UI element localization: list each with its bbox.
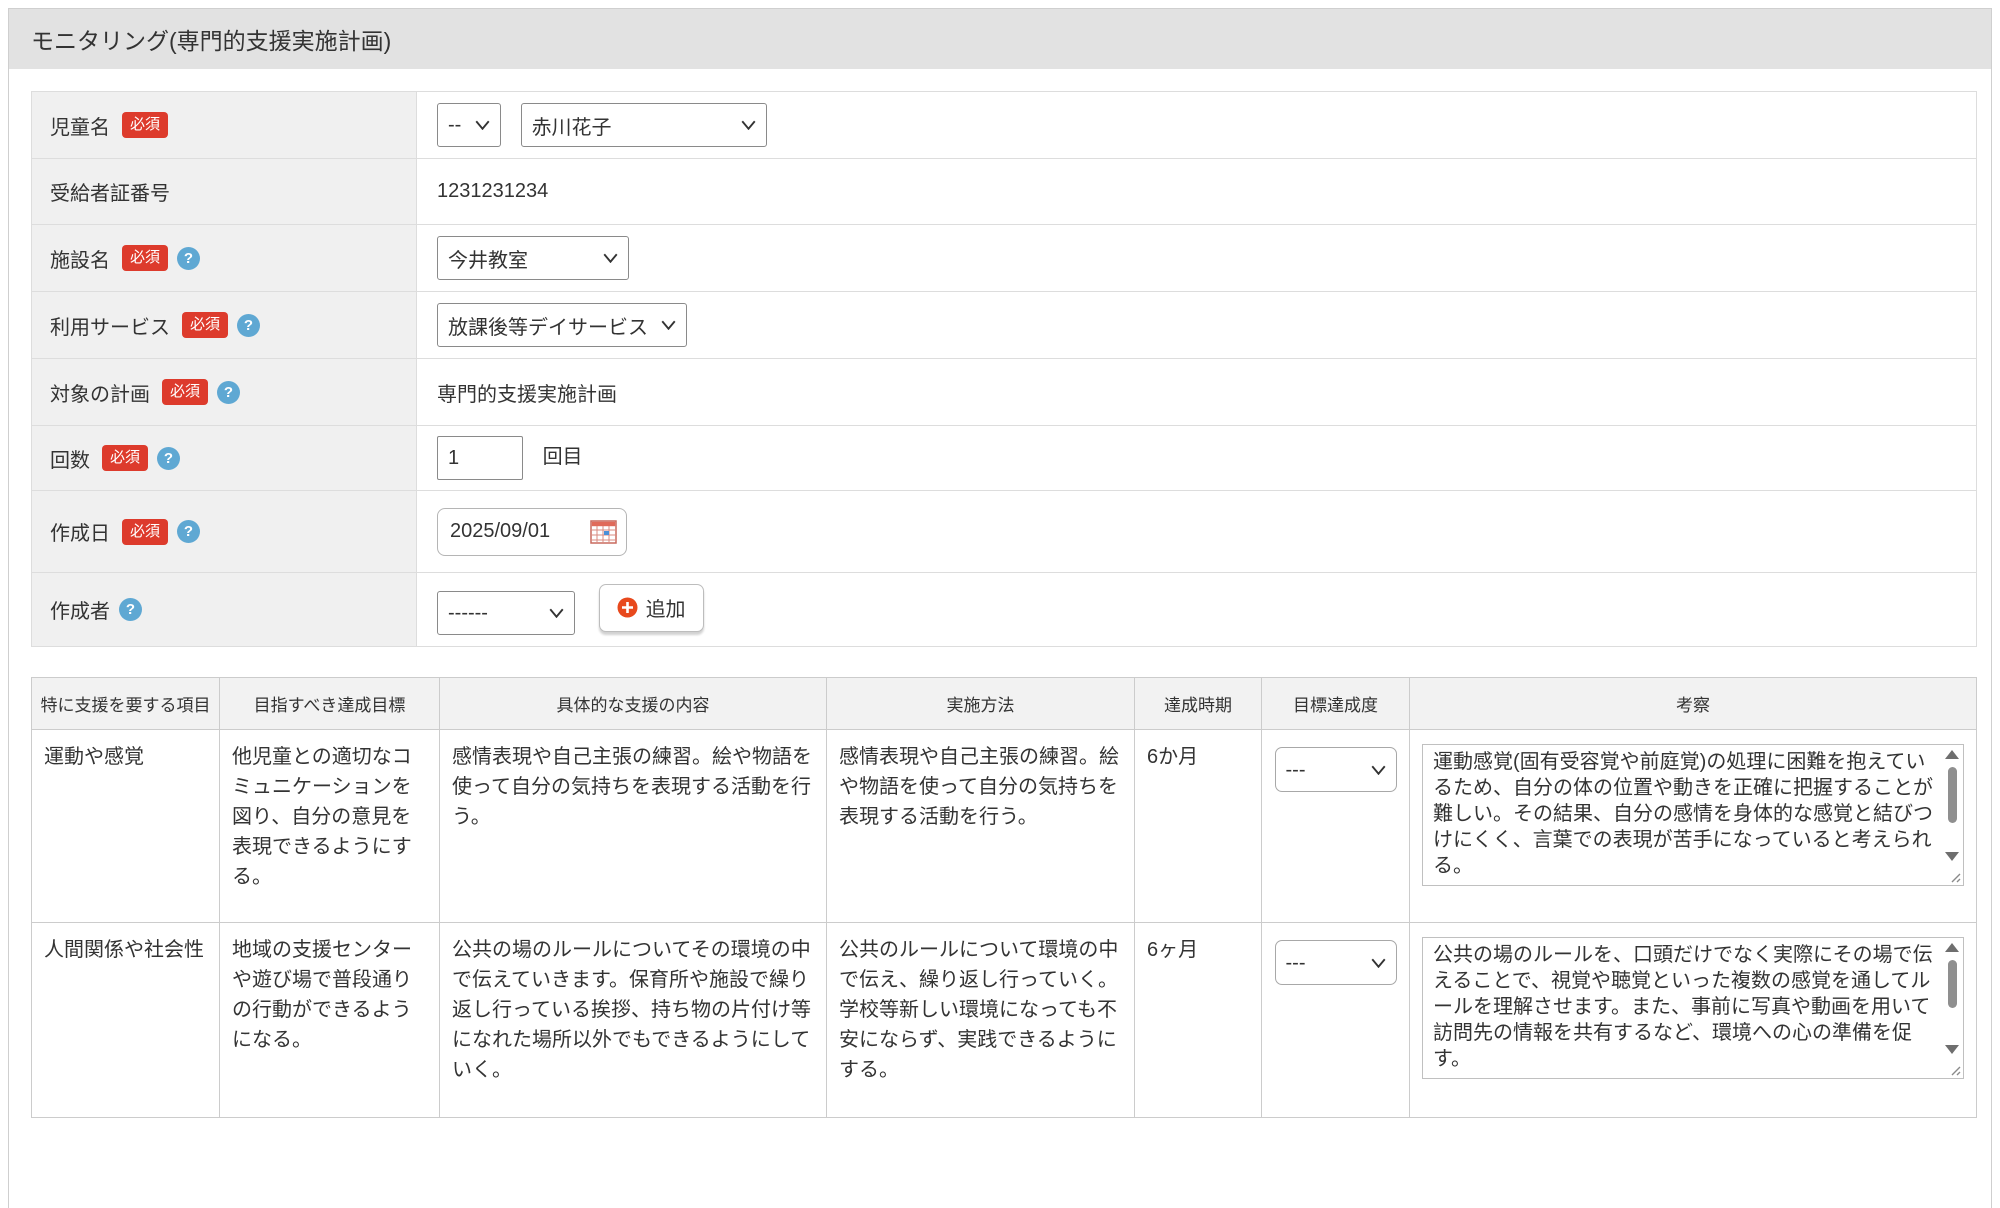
plus-icon [617, 597, 638, 618]
header-period: 達成時期 [1135, 678, 1262, 730]
scrollbar-thumb[interactable] [1948, 767, 1957, 823]
scrollbar-thumb[interactable] [1948, 960, 1957, 1008]
required-badge: 必須 [122, 112, 168, 138]
plan-table-header-row: 特に支援を要する項目 目指すべき達成目標 具体的な支援の内容 実施方法 達成時期… [32, 678, 1977, 730]
chevron-down-icon [603, 253, 618, 263]
cell-item: 運動や感覚 [32, 730, 220, 923]
count-label: 回数 [50, 444, 90, 473]
certificate-number-value: 1231231234 [437, 180, 548, 202]
help-icon[interactable]: ? [177, 520, 200, 543]
textarea-scrollbar[interactable] [1944, 941, 1960, 1054]
form-row-child-name: 児童名 必須 -- 赤川花子 [32, 92, 1977, 159]
table-row: 人間関係や社会性 地域の支援センターや遊び場で普段通りの行動ができるようになる。… [32, 923, 1977, 1118]
chevron-down-icon [741, 120, 756, 130]
header-achievement: 目標達成度 [1262, 678, 1410, 730]
chevron-down-icon [475, 120, 490, 130]
chevron-down-icon [661, 320, 676, 330]
chevron-down-icon [1371, 958, 1386, 968]
count-input[interactable] [437, 436, 523, 480]
required-badge: 必須 [122, 519, 168, 545]
facility-select[interactable]: 今井教室 [437, 236, 629, 280]
target-plan-label: 対象の計画 [50, 378, 150, 407]
help-icon[interactable]: ? [237, 314, 260, 337]
header-goal: 目指すべき達成目標 [220, 678, 440, 730]
service-label: 利用サービス [50, 311, 170, 340]
child-name-label: 児童名 [50, 111, 110, 140]
creator-select[interactable]: ------ [437, 591, 575, 635]
required-badge: 必須 [182, 312, 228, 338]
scroll-down-icon[interactable] [1945, 1045, 1959, 1054]
target-plan-value: 専門的支援実施計画 [437, 384, 617, 406]
header-method: 実施方法 [827, 678, 1135, 730]
review-textarea[interactable]: 運動感覚(固有受容覚や前庭覚)の処理に困難を抱えているため、自分の体の位置や動き… [1422, 744, 1964, 886]
scroll-up-icon[interactable] [1945, 943, 1959, 952]
form-row-count: 回数 必須 ? 回目 [32, 426, 1977, 491]
form-row-target-plan: 対象の計画 必須 ? 専門的支援実施計画 [32, 359, 1977, 426]
page-title: モニタリング(専門的支援実施計画) [31, 22, 391, 56]
review-textarea[interactable]: 公共の場のルールを、口頭だけでなく実際にその場で伝えることで、視覚や聴覚といった… [1422, 937, 1964, 1079]
chevron-down-icon [549, 608, 564, 618]
creation-date-label: 作成日 [50, 517, 110, 546]
header-support-item: 特に支援を要する項目 [32, 678, 220, 730]
cell-review: 公共の場のルールを、口頭だけでなく実際にその場で伝えることで、視覚や聴覚といった… [1410, 923, 1977, 1118]
main-panel: モニタリング(専門的支援実施計画) 児童名 必須 -- 赤川花子 [8, 8, 1992, 1208]
form-row-creation-date: 作成日 必須 ? 2025/09/01 [32, 491, 1977, 573]
textarea-scrollbar[interactable] [1944, 748, 1960, 861]
help-icon[interactable]: ? [177, 247, 200, 270]
required-badge: 必須 [102, 445, 148, 471]
cell-method: 感情表現や自己主張の練習。絵や物語を使って自分の気持ちを表現する活動を行う。 [827, 730, 1135, 923]
child-name-select[interactable]: 赤川花子 [521, 103, 767, 147]
required-badge: 必須 [122, 245, 168, 271]
scroll-up-icon[interactable] [1945, 750, 1959, 759]
cell-support: 公共の場のルールについてその環境の中で伝えていきます。保育所や施設で繰り返し行っ… [440, 923, 827, 1118]
header-review: 考察 [1410, 678, 1977, 730]
cell-period: 6ヶ月 [1135, 923, 1262, 1118]
form-row-service: 利用サービス 必須 ? 放課後等デイサービス [32, 292, 1977, 359]
cell-review: 運動感覚(固有受容覚や前庭覚)の処理に困難を抱えているため、自分の体の位置や動き… [1410, 730, 1977, 923]
child-number-select[interactable]: -- [437, 103, 501, 147]
help-icon[interactable]: ? [119, 598, 142, 621]
form-row-facility: 施設名 必須 ? 今井教室 [32, 225, 1977, 292]
resize-grip-icon[interactable] [1949, 1064, 1961, 1076]
add-button-label: 追加 [646, 593, 686, 622]
cell-goal: 他児童との適切なコミュニケーションを図り、自分の意見を表現できるようにする。 [220, 730, 440, 923]
panel-titlebar: モニタリング(専門的支援実施計画) [9, 9, 1991, 69]
help-icon[interactable]: ? [157, 447, 180, 470]
chevron-down-icon [1371, 765, 1386, 775]
required-badge: 必須 [162, 379, 208, 405]
achievement-select[interactable]: --- [1275, 940, 1397, 985]
plan-table: 特に支援を要する項目 目指すべき達成目標 具体的な支援の内容 実施方法 達成時期… [31, 677, 1977, 1118]
cell-period: 6か月 [1135, 730, 1262, 923]
cell-item: 人間関係や社会性 [32, 923, 220, 1118]
monitoring-form-table: 児童名 必須 -- 赤川花子 [31, 91, 1977, 647]
header-support-content: 具体的な支援の内容 [440, 678, 827, 730]
cell-support: 感情表現や自己主張の練習。絵や物語を使って自分の気持ちを表現する活動を行う。 [440, 730, 827, 923]
calendar-icon[interactable] [590, 519, 617, 544]
certificate-number-label: 受給者証番号 [50, 177, 170, 206]
table-row: 運動や感覚 他児童との適切なコミュニケーションを図り、自分の意見を表現できるよう… [32, 730, 1977, 923]
cell-achievement: --- [1262, 923, 1410, 1118]
creation-date-input[interactable]: 2025/09/01 [437, 508, 627, 556]
scroll-down-icon[interactable] [1945, 852, 1959, 861]
resize-grip-icon[interactable] [1949, 871, 1961, 883]
cell-method: 公共のルールについて環境の中で伝え、繰り返し行っていく。学校等新しい環境になって… [827, 923, 1135, 1118]
form-row-certificate-number: 受給者証番号 1231231234 [32, 159, 1977, 225]
count-suffix: 回目 [543, 446, 583, 468]
help-icon[interactable]: ? [217, 381, 240, 404]
form-row-creator: 作成者 ? ------ 追加 [32, 573, 1977, 647]
cell-achievement: --- [1262, 730, 1410, 923]
creator-label: 作成者 [50, 595, 110, 624]
add-button[interactable]: 追加 [599, 584, 704, 632]
achievement-select[interactable]: --- [1275, 747, 1397, 792]
panel-content: 児童名 必須 -- 赤川花子 [9, 69, 1991, 1118]
facility-label: 施設名 [50, 244, 110, 273]
cell-goal: 地域の支援センターや遊び場で普段通りの行動ができるようになる。 [220, 923, 440, 1118]
service-select[interactable]: 放課後等デイサービス [437, 303, 687, 347]
